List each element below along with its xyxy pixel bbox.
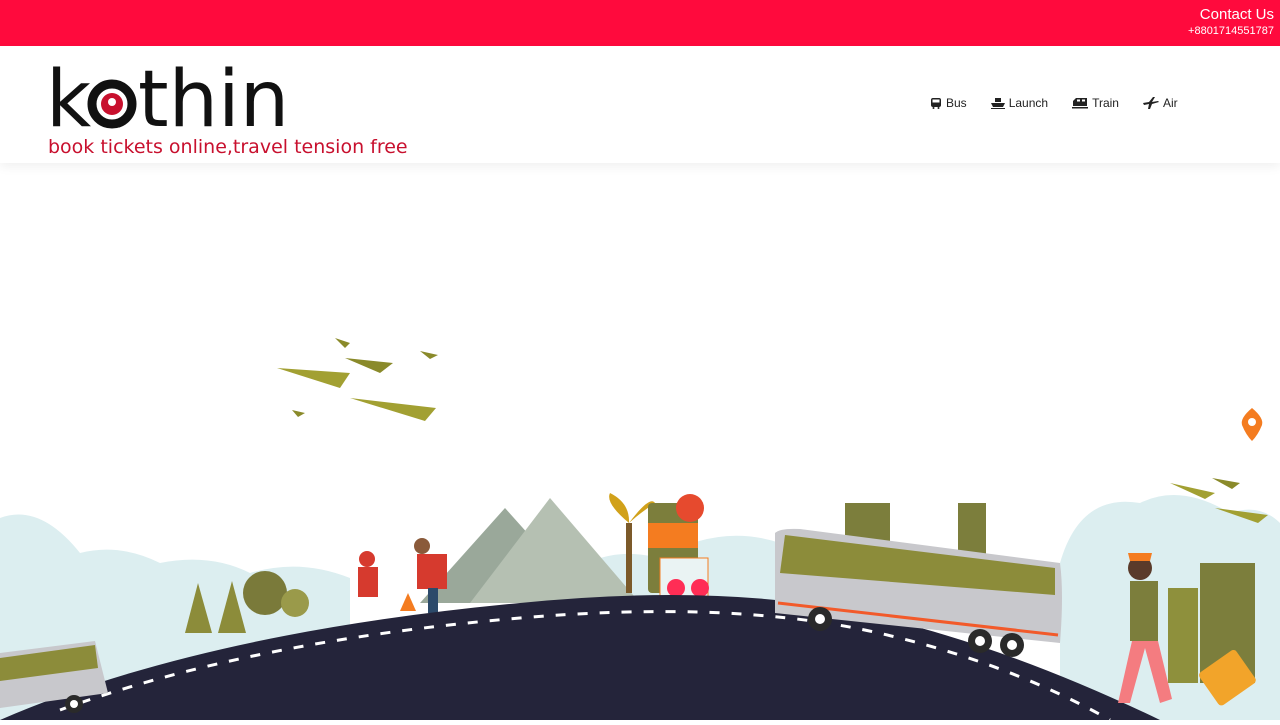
nav-launch[interactable]: Launch [990, 96, 1049, 110]
nav-bus-label: Bus [946, 96, 967, 110]
transport-nav: Bus Launch Train Air [930, 96, 1178, 110]
campers [358, 538, 447, 613]
top-bar: Contact Us +8801714551787 [0, 0, 1280, 46]
plane-icon [1142, 97, 1159, 109]
train-icon [1072, 98, 1089, 109]
contact-info[interactable]: Contact Us +8801714551787 [1188, 6, 1274, 38]
map-pin-icon [1241, 408, 1263, 441]
nav-air[interactable]: Air [1142, 96, 1178, 110]
mountains [420, 498, 640, 603]
logo-letters-thin: thin [138, 60, 286, 140]
logo-letter-k: k [46, 60, 91, 140]
travel-scene [0, 338, 1280, 722]
hero-illustration [0, 163, 1280, 722]
nav-launch-label: Launch [1008, 96, 1049, 110]
contact-phone[interactable]: +8801714551787 [1188, 24, 1274, 38]
launch-icon [990, 98, 1005, 109]
nav-train[interactable]: Train [1072, 96, 1119, 110]
bus-icon [931, 98, 941, 109]
nav-train-label: Train [1092, 96, 1119, 110]
nav-air-label: Air [1162, 96, 1178, 110]
logo-word-svg: k thin [46, 60, 286, 140]
paper-planes [277, 338, 1268, 523]
logo-tagline: book tickets online,travel tension free [48, 136, 408, 158]
nav-bus[interactable]: Bus [930, 96, 967, 110]
site-header: k thin book tickets online,travel tensio… [0, 46, 1280, 163]
kothin-logo[interactable]: k thin book tickets online,travel tensio… [46, 60, 436, 160]
contact-title[interactable]: Contact Us [1188, 6, 1274, 24]
